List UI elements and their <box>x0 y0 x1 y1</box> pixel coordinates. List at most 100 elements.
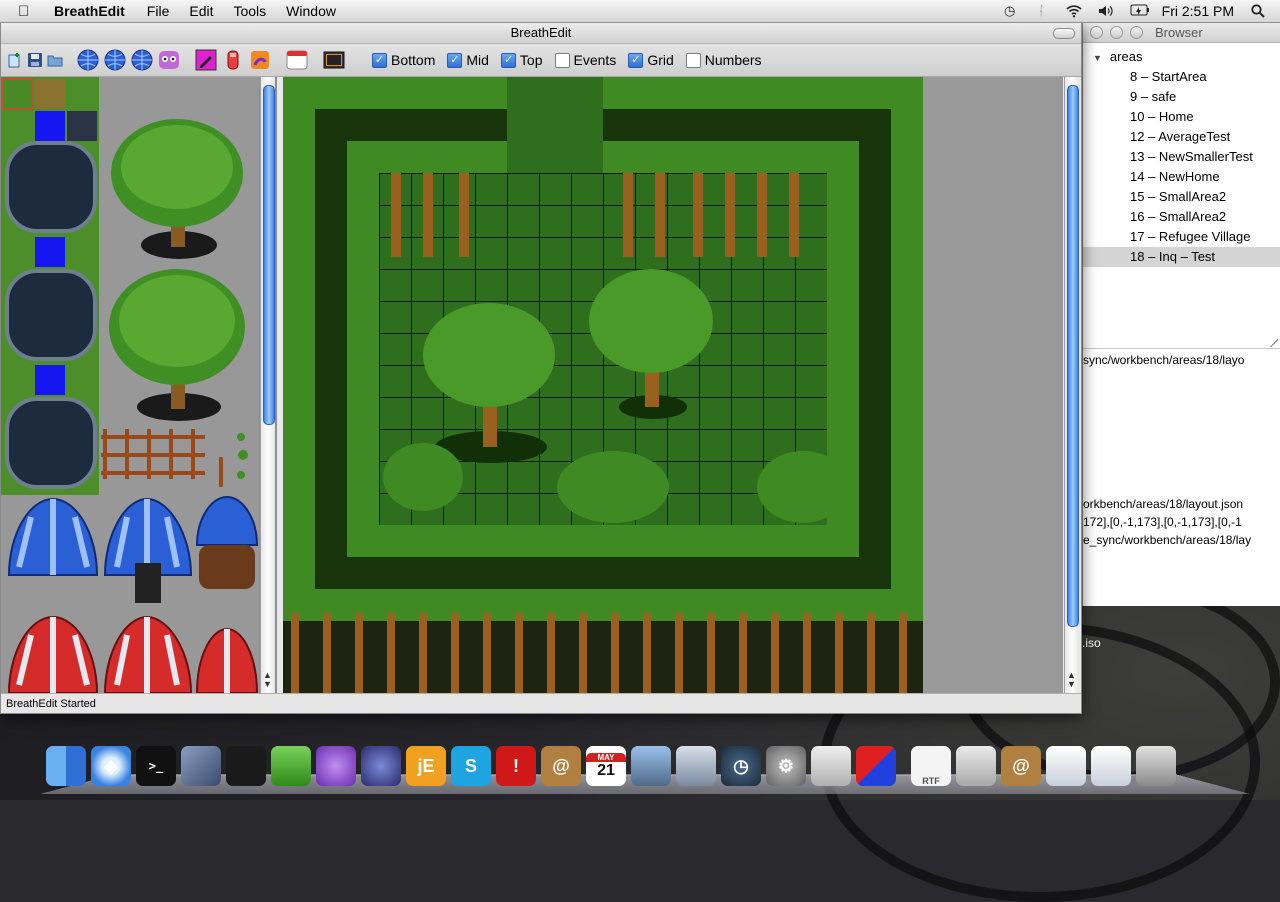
checkbox[interactable] <box>554 52 570 68</box>
address-book-icon[interactable]: @ <box>541 746 581 786</box>
iphoto-icon[interactable] <box>631 746 671 786</box>
skype-icon[interactable]: S <box>451 746 491 786</box>
tree-root[interactable]: ▼ areas <box>1083 47 1280 67</box>
checkbox[interactable]: ✓ <box>447 52 463 68</box>
textmate-icon[interactable]: ! <box>496 746 536 786</box>
scroll-arrows-icon[interactable]: ▲ ▼ <box>263 671 272 689</box>
tree-trunk <box>291 613 299 693</box>
wifi-icon[interactable] <box>1066 4 1082 18</box>
area-item[interactable]: 8 – StartArea <box>1083 67 1280 87</box>
menu-file[interactable]: File <box>147 3 170 19</box>
area-item[interactable]: 9 – safe <box>1083 87 1280 107</box>
minimize-icon[interactable] <box>1110 25 1123 39</box>
jedit-icon[interactable]: jE <box>406 746 446 786</box>
system-preferences-icon[interactable]: ⚙ <box>766 746 806 786</box>
zoom-icon[interactable] <box>1130 25 1143 39</box>
map-scrollbar[interactable]: ▲ ▼ <box>1064 77 1079 693</box>
new-file-icon[interactable] <box>7 52 23 68</box>
downloads-icon[interactable] <box>1091 746 1131 786</box>
checkbox[interactable] <box>685 52 701 68</box>
address-book-2-icon[interactable]: @ <box>1001 746 1041 786</box>
fill-tool-icon[interactable] <box>222 49 244 71</box>
terminal-icon[interactable]: >_ <box>136 746 176 786</box>
transmit-icon[interactable] <box>271 746 311 786</box>
resize-handle-icon[interactable] <box>1268 337 1278 347</box>
bundle-icon[interactable] <box>956 746 996 786</box>
menu-window[interactable]: Window <box>286 3 336 19</box>
tree-trunk <box>803 613 811 693</box>
scroll-arrows-icon[interactable]: ▲ ▼ <box>1067 671 1076 689</box>
scrollbar-thumb[interactable] <box>263 85 275 425</box>
tree-trunk <box>547 613 555 693</box>
menu-edit[interactable]: Edit <box>189 3 213 19</box>
menu-tools[interactable]: Tools <box>233 3 266 19</box>
layer-toggle-numbers[interactable]: Numbers <box>685 52 762 68</box>
layer-toggle-events[interactable]: Events <box>554 52 616 68</box>
activity-monitor-icon[interactable] <box>226 746 266 786</box>
layer-toggle-top[interactable]: ✓ Top <box>500 52 543 68</box>
tree-trunk <box>835 613 843 693</box>
close-icon[interactable] <box>1090 25 1103 39</box>
desktop-file-label[interactable]: .iso <box>1082 636 1101 650</box>
tool-globe-3-icon[interactable] <box>131 49 153 71</box>
area-item[interactable]: 13 – NewSmallerTest <box>1083 147 1280 167</box>
eclipse-icon[interactable] <box>361 746 401 786</box>
finder-icon[interactable] <box>46 746 86 786</box>
tool-face-icon[interactable] <box>158 49 180 71</box>
time-machine-icon[interactable]: ◷ <box>721 746 761 786</box>
checkbox[interactable]: ✓ <box>500 52 516 68</box>
disclosure-triangle-icon[interactable]: ▼ <box>1093 53 1102 63</box>
area-item[interactable]: 15 – SmallArea2 <box>1083 187 1280 207</box>
ical-icon[interactable]: MAY 21 <box>586 746 626 786</box>
layer-toggle-bottom[interactable]: ✓ Bottom <box>372 52 435 68</box>
tree-trunk <box>483 613 491 693</box>
colloquy-icon[interactable] <box>316 746 356 786</box>
toolbar-toggle-button[interactable] <box>1053 28 1075 39</box>
rtf-document-icon[interactable]: RTF <box>911 746 951 786</box>
area-item[interactable]: 16 – SmallArea2 <box>1083 207 1280 227</box>
layer-toggle-mid[interactable]: ✓ Mid <box>447 52 489 68</box>
area-item[interactable]: 10 – Home <box>1083 107 1280 127</box>
tileset-scrollbar[interactable]: ▲ ▼ <box>260 77 275 693</box>
safari-icon[interactable]: ◈ <box>91 746 131 786</box>
calendar-tool-icon[interactable] <box>286 49 308 71</box>
area-item[interactable]: 12 – AverageTest <box>1083 127 1280 147</box>
area-item[interactable]: 14 – NewHome <box>1083 167 1280 187</box>
app-menu[interactable]: BreathEdit <box>54 3 125 19</box>
battery-icon[interactable] <box>1130 4 1149 18</box>
area-item[interactable]: 17 – Refugee Village <box>1083 227 1280 247</box>
bluetooth-icon[interactable]: ᛛ <box>1034 4 1050 18</box>
checkbox[interactable]: ✓ <box>628 52 644 68</box>
apple-menu-icon[interactable]:  <box>18 3 40 20</box>
layer-toggle-grid[interactable]: ✓ Grid <box>628 52 674 68</box>
area-item[interactable]: 18 – Inq – Test <box>1083 247 1280 267</box>
tree-trunk <box>451 613 459 693</box>
tool-globe-1-icon[interactable] <box>77 49 99 71</box>
tileset-palette[interactable]: ▲ ▼ <box>1 77 277 693</box>
window-list-icon[interactable] <box>1046 746 1086 786</box>
ical-month: MAY <box>586 752 626 762</box>
clock[interactable]: Fri 2:51 PM <box>1162 3 1234 19</box>
tool-globe-2-icon[interactable] <box>104 49 126 71</box>
pencil-tool-icon[interactable] <box>195 49 217 71</box>
scrollbar-thumb[interactable] <box>1067 85 1079 627</box>
checkbox[interactable]: ✓ <box>372 52 387 68</box>
tileset-canvas[interactable] <box>1 77 259 693</box>
dock-icons: ◈ >_ jE S! @ MAY 21 ◷ ⚙ RTF @ <box>46 736 1181 786</box>
time-machine-icon[interactable]: ◷ <box>1002 4 1018 18</box>
stamp-tool-icon[interactable] <box>249 49 271 71</box>
vmware-icon[interactable] <box>181 746 221 786</box>
map-canvas[interactable] <box>283 77 923 693</box>
open-folder-icon[interactable] <box>47 52 63 68</box>
status-bar: BreathEdit Started <box>1 693 1081 713</box>
trash-icon[interactable] <box>1136 746 1176 786</box>
preview-icon[interactable] <box>676 746 716 786</box>
volume-icon[interactable] <box>1098 4 1114 18</box>
save-icon[interactable] <box>27 52 43 68</box>
log-line: 172],[0,-1,173],[0,-1,173],[0,-1 <box>1083 515 1242 529</box>
tree-trunk <box>323 613 331 693</box>
quicksilver-icon[interactable] <box>856 746 896 786</box>
screen-tool-icon[interactable] <box>323 49 345 71</box>
spotlight-search-icon[interactable] <box>1250 4 1266 18</box>
script-editor-icon[interactable] <box>811 746 851 786</box>
